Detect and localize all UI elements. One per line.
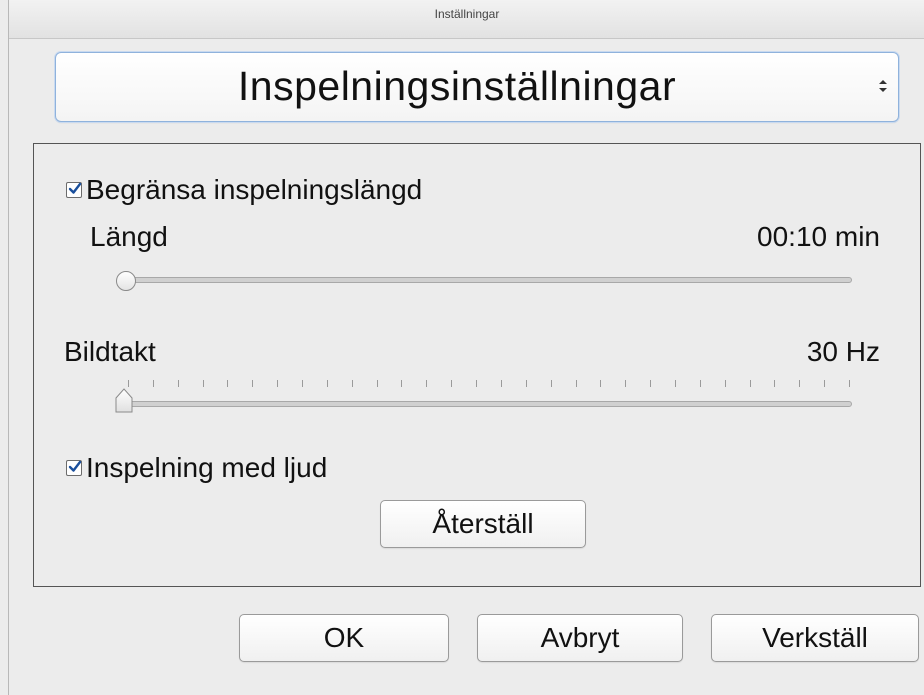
length-value: 00:10 min <box>757 221 880 252</box>
settings-window: Inställningar Inspelningsinställningar B… <box>8 0 924 695</box>
length-slider-knob[interactable] <box>116 271 136 291</box>
framerate-tick <box>153 380 154 387</box>
length-label: Längd <box>90 221 168 252</box>
framerate-slider-knob[interactable] <box>114 388 134 414</box>
recording-settings-group: Begränsa inspelningslängd Längd 00:10 mi… <box>33 143 921 587</box>
framerate-label: Bildtakt <box>64 336 156 367</box>
title-bar: Inställningar <box>9 0 924 39</box>
settings-category-label: Inspelningsinställningar <box>237 63 677 109</box>
framerate-tick <box>302 380 303 387</box>
popup-arrows-icon <box>879 80 887 92</box>
record-audio-label: Inspelning med ljud <box>86 452 328 483</box>
framerate-tick <box>178 380 179 387</box>
framerate-tick <box>451 380 452 387</box>
framerate-tick <box>352 380 353 387</box>
checkmark-icon <box>68 460 82 472</box>
limit-length-row[interactable]: Begränsa inspelningslängd <box>66 174 422 206</box>
cancel-button[interactable]: Avbryt <box>477 614 683 662</box>
framerate-tick <box>551 380 552 387</box>
framerate-tick <box>849 380 850 387</box>
framerate-tick <box>401 380 402 387</box>
framerate-tick <box>327 380 328 387</box>
ok-button[interactable]: OK <box>239 614 449 662</box>
framerate-tick <box>203 380 204 387</box>
framerate-tick <box>227 380 228 387</box>
framerate-tick <box>501 380 502 387</box>
framerate-tick <box>725 380 726 387</box>
reset-button[interactable]: Återställ <box>380 500 586 548</box>
framerate-tick <box>426 380 427 387</box>
settings-category-popup[interactable]: Inspelningsinställningar <box>55 52 899 122</box>
record-audio-row[interactable]: Inspelning med ljud <box>66 452 327 484</box>
framerate-tick <box>799 380 800 387</box>
checkmark-icon <box>68 182 82 194</box>
framerate-tick <box>252 380 253 387</box>
framerate-tick <box>526 380 527 387</box>
limit-length-label: Begränsa inspelningslängd <box>86 174 423 205</box>
framerate-tick <box>650 380 651 387</box>
framerate-value: 30 Hz <box>806 336 880 367</box>
framerate-tick <box>277 380 278 387</box>
framerate-tick <box>128 380 129 387</box>
framerate-slider-ticks <box>128 380 850 388</box>
framerate-tick <box>675 380 676 387</box>
framerate-tick <box>824 380 825 387</box>
window-title: Inställningar <box>434 7 500 21</box>
framerate-tick <box>625 380 626 387</box>
framerate-tick <box>700 380 701 387</box>
framerate-slider-track[interactable] <box>118 401 852 407</box>
framerate-tick <box>774 380 775 387</box>
framerate-tick <box>600 380 601 387</box>
framerate-tick <box>750 380 751 387</box>
framerate-tick <box>377 380 378 387</box>
limit-length-checkbox[interactable] <box>66 182 82 198</box>
record-audio-checkbox[interactable] <box>66 460 82 476</box>
length-slider-track[interactable] <box>118 277 852 283</box>
framerate-tick <box>576 380 577 387</box>
framerate-tick <box>476 380 477 387</box>
apply-button[interactable]: Verkställ <box>711 614 919 662</box>
